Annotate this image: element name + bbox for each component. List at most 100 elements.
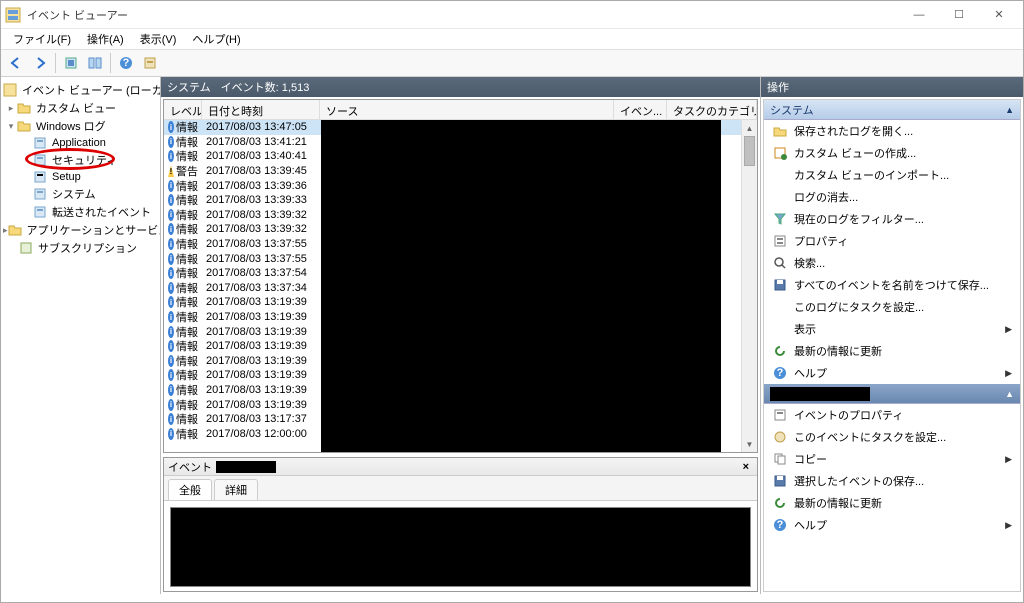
tree-forwarded[interactable]: 転送されたイベント: [1, 203, 160, 221]
toolbar: ?: [1, 49, 1023, 77]
svg-text:?: ?: [777, 519, 784, 531]
event-level-label: 情報: [176, 309, 198, 325]
action-import-custom-view[interactable]: カスタム ビューのインポート...: [764, 164, 1020, 186]
action-help[interactable]: ?ヘルプ▶: [764, 362, 1020, 384]
tree-system[interactable]: システム: [1, 185, 160, 203]
event-datetime: 2017/08/03 13:40:41: [202, 150, 320, 162]
info-icon: i: [168, 136, 174, 148]
refresh-icon: [772, 495, 788, 511]
chevron-down-icon[interactable]: ▾: [5, 121, 17, 132]
info-icon: i: [168, 326, 174, 338]
event-level-label: 情報: [176, 411, 198, 427]
col-level[interactable]: レベル: [164, 100, 202, 119]
action-attach-task[interactable]: このログにタスクを設定...: [764, 296, 1020, 318]
column-headers: レベル 日付と時刻 ソース イベン... タスクのカテゴリ: [164, 100, 757, 120]
menu-file[interactable]: ファイル(F): [5, 29, 79, 49]
chevron-right-icon[interactable]: ▸: [5, 103, 17, 114]
scroll-thumb[interactable]: [744, 136, 755, 166]
help-button[interactable]: ?: [115, 52, 137, 74]
info-icon: i: [168, 253, 174, 265]
event-datetime: 2017/08/03 13:19:39: [202, 296, 320, 308]
actions-section-system[interactable]: システム▲: [764, 100, 1020, 120]
event-level-label: 情報: [176, 221, 198, 237]
scrollbar[interactable]: ▲ ▼: [741, 120, 757, 452]
info-icon: i: [168, 399, 174, 411]
properties-icon: [772, 407, 788, 423]
toolbar-btn-1[interactable]: [60, 52, 82, 74]
back-button[interactable]: [5, 52, 27, 74]
maximize-button[interactable]: ☐: [939, 3, 979, 27]
toolbar-btn-2[interactable]: [84, 52, 106, 74]
event-datetime: 2017/08/03 13:41:21: [202, 136, 320, 148]
menu-help[interactable]: ヘルプ(H): [184, 29, 248, 49]
event-level-label: 情報: [176, 148, 198, 164]
tree-windows-log[interactable]: ▾Windows ログ: [1, 117, 160, 135]
info-icon: i: [168, 369, 174, 381]
actions-section-event[interactable]: ▲: [764, 384, 1020, 404]
tree-setup[interactable]: Setup: [1, 169, 160, 185]
svg-text:?: ?: [123, 57, 130, 69]
menu-action[interactable]: 操作(A): [79, 29, 132, 49]
tree-custom-view[interactable]: ▸カスタム ビュー: [1, 99, 160, 117]
menu-view[interactable]: 表示(V): [132, 29, 185, 49]
tree-subscription[interactable]: サブスクリプション: [1, 239, 160, 257]
action-save-selected[interactable]: 選択したイベントの保存...: [764, 470, 1020, 492]
chevron-right-icon: ▶: [1005, 368, 1012, 379]
action-save-all[interactable]: すべてのイベントを名前をつけて保存...: [764, 274, 1020, 296]
col-datetime[interactable]: 日付と時刻: [202, 100, 320, 119]
event-datetime: 2017/08/03 13:17:37: [202, 413, 320, 425]
blank-icon: [772, 321, 788, 337]
scroll-down-icon[interactable]: ▼: [742, 436, 757, 452]
action-view[interactable]: 表示▶: [764, 318, 1020, 340]
toolbar-btn-3[interactable]: [139, 52, 161, 74]
tree-application[interactable]: Application: [1, 135, 160, 151]
tree-app-service[interactable]: ▸アプリケーションとサービス ログ: [1, 221, 160, 239]
info-icon: i: [168, 209, 174, 221]
tab-detail[interactable]: 詳細: [214, 479, 258, 500]
action-attach-task-event[interactable]: このイベントにタスクを設定...: [764, 426, 1020, 448]
window-titlebar: イベント ビューアー — ☐ ✕: [1, 1, 1023, 29]
chevron-right-icon: ▶: [1005, 520, 1012, 531]
action-event-properties[interactable]: イベントのプロパティ: [764, 404, 1020, 426]
action-copy[interactable]: コピー▶: [764, 448, 1020, 470]
scroll-up-icon[interactable]: ▲: [742, 120, 757, 136]
chevron-up-icon: ▲: [1005, 389, 1014, 399]
action-refresh[interactable]: 最新の情報に更新: [764, 340, 1020, 362]
chevron-right-icon: ▶: [1005, 454, 1012, 465]
info-icon: i: [168, 340, 174, 352]
col-source[interactable]: ソース: [320, 100, 614, 119]
action-properties[interactable]: プロパティ: [764, 230, 1020, 252]
task-icon: [772, 429, 788, 445]
actions-header: 操作: [761, 77, 1023, 97]
detail-header: イベント ×: [164, 458, 757, 476]
save-icon: [772, 277, 788, 293]
action-find[interactable]: 検索...: [764, 252, 1020, 274]
event-level-label: 情報: [176, 353, 198, 369]
action-open-saved-log[interactable]: 保存されたログを開く...: [764, 120, 1020, 142]
action-help2[interactable]: ?ヘルプ▶: [764, 514, 1020, 536]
chevron-up-icon: ▲: [1005, 105, 1014, 115]
tree-security[interactable]: セキュリティ: [1, 151, 160, 169]
action-filter-log[interactable]: 現在のログをフィルター...: [764, 208, 1020, 230]
action-create-custom-view[interactable]: カスタム ビューの作成...: [764, 142, 1020, 164]
minimize-button[interactable]: —: [899, 3, 939, 27]
action-refresh2[interactable]: 最新の情報に更新: [764, 492, 1020, 514]
event-datetime: 2017/08/03 13:19:39: [202, 311, 320, 323]
forward-button[interactable]: [29, 52, 51, 74]
col-eventid[interactable]: イベン...: [614, 100, 667, 119]
close-button[interactable]: ✕: [979, 3, 1019, 27]
col-category[interactable]: タスクのカテゴリ: [667, 100, 757, 119]
blank-icon: [772, 189, 788, 205]
info-icon: i: [168, 355, 174, 367]
event-level-label: 情報: [176, 207, 198, 223]
tab-general[interactable]: 全般: [168, 479, 212, 500]
log-icon: [33, 170, 47, 184]
refresh-icon: [772, 343, 788, 359]
action-clear-log[interactable]: ログの消去...: [764, 186, 1020, 208]
detail-close-button[interactable]: ×: [739, 461, 753, 473]
app-icon: [5, 7, 21, 23]
event-datetime: 2017/08/03 13:37:34: [202, 282, 320, 294]
tree-root[interactable]: イベント ビューアー (ローカル): [1, 81, 160, 99]
event-datetime: 2017/08/03 13:47:05: [202, 121, 320, 133]
event-level-label: 情報: [176, 367, 198, 383]
